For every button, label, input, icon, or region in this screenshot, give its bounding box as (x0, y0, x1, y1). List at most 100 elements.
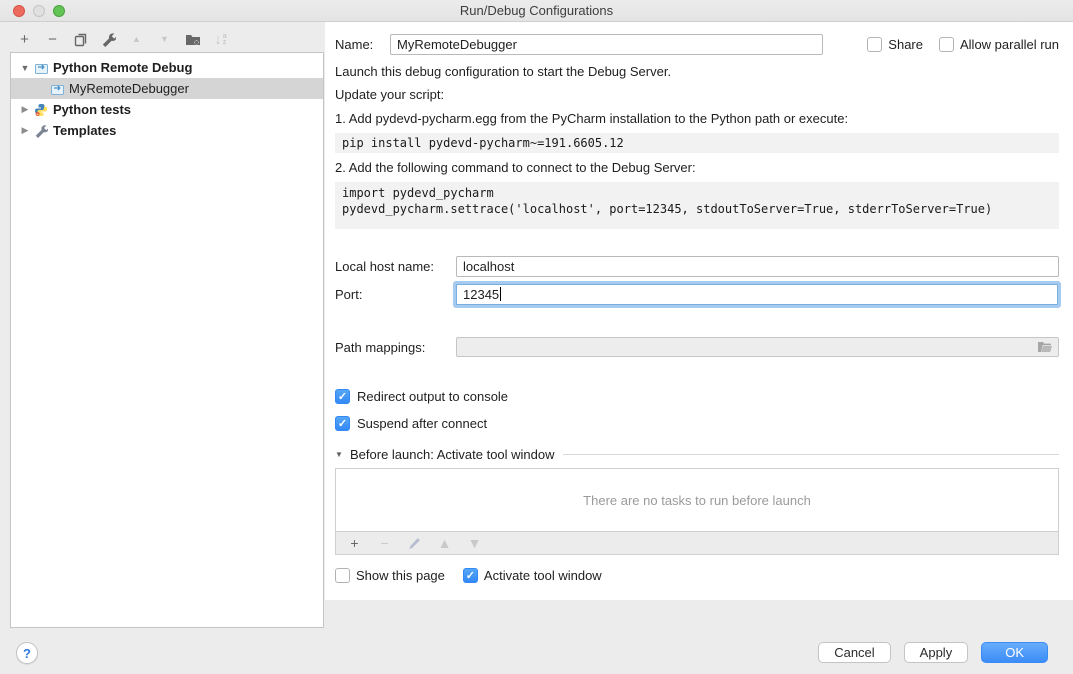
description-text: Launch this debug configuration to start… (335, 63, 1059, 81)
task-move-up-button[interactable]: ▲ (436, 535, 453, 552)
suspend-after-connect-checkbox[interactable]: ✓ (335, 416, 350, 431)
check-icon: ✓ (338, 417, 347, 430)
sort-configurations-button[interactable]: ↓ az (212, 31, 229, 48)
show-this-page-checkbox[interactable] (335, 568, 350, 583)
dialog-body: + − ▲ ▼ ↓ az (0, 22, 1073, 674)
configuration-form: Name: Share Allow parallel run Launch th… (325, 22, 1073, 600)
before-launch-header[interactable]: ▼ Before launch: Activate tool window (335, 447, 1059, 462)
path-mappings-input[interactable] (456, 337, 1059, 357)
share-checkbox-group: Share (867, 37, 923, 52)
task-toolbar: + − ▲ ▼ (336, 531, 1058, 554)
tree-item-label: Python Remote Debug (53, 60, 192, 75)
expanded-arrow-icon[interactable]: ▼ (17, 63, 33, 73)
activate-tool-window-checkbox[interactable]: ✓ (463, 568, 478, 583)
step2-text: 2. Add the following command to connect … (335, 159, 1059, 177)
copy-configuration-button[interactable] (72, 31, 89, 48)
redirect-output-checkbox[interactable]: ✓ (335, 389, 350, 404)
help-icon: ? (23, 646, 31, 661)
host-label: Local host name: (335, 259, 456, 274)
pip-install-code: pip install pydevd-pycharm~=191.6605.12 (335, 133, 1059, 153)
wrench-icon (33, 123, 49, 139)
python-icon (33, 102, 49, 118)
redirect-output-row: ✓ Redirect output to console (335, 389, 1059, 404)
allow-parallel-run-label: Allow parallel run (960, 37, 1059, 52)
traffic-lights (13, 5, 65, 17)
move-down-button[interactable]: ▼ (156, 31, 173, 48)
activate-tool-window-group: ✓ Activate tool window (463, 568, 602, 583)
configurations-toolbar: + − ▲ ▼ ↓ az (16, 31, 229, 48)
local-host-name-input[interactable] (456, 256, 1059, 277)
tree-item-label: MyRemoteDebugger (69, 81, 189, 96)
ok-button[interactable]: OK (981, 642, 1048, 663)
task-move-down-button[interactable]: ▼ (466, 535, 483, 552)
apply-button[interactable]: Apply (904, 642, 969, 663)
allow-parallel-checkbox-group: Allow parallel run (939, 37, 1059, 52)
port-row: Port: 12345 (335, 283, 1059, 305)
name-input[interactable] (390, 34, 823, 55)
check-icon: ✓ (466, 569, 475, 582)
port-input[interactable]: 12345 (456, 284, 1058, 305)
tree-item-python-remote-debug[interactable]: ▼ Python Remote Debug (11, 57, 323, 78)
copy-icon (73, 32, 88, 47)
header-rule (563, 454, 1059, 455)
check-icon: ✓ (338, 390, 347, 403)
empty-task-list: There are no tasks to run before launch (336, 469, 1058, 531)
path-mappings-label: Path mappings: (335, 340, 456, 355)
allow-parallel-run-checkbox[interactable] (939, 37, 954, 52)
show-this-page-label: Show this page (356, 568, 445, 583)
activate-tool-window-label: Activate tool window (484, 568, 602, 583)
add-task-button[interactable]: + (346, 535, 363, 552)
path-mappings-row: Path mappings: (335, 337, 1059, 357)
share-label: Share (888, 37, 923, 52)
dialog-buttons: Cancel Apply OK (818, 642, 1048, 663)
minimize-button[interactable] (33, 5, 45, 17)
edit-templates-button[interactable] (100, 31, 117, 48)
tree-item-label: Python tests (53, 102, 131, 117)
edit-task-button[interactable] (406, 535, 423, 552)
text-caret (500, 287, 501, 301)
new-folder-button[interactable] (184, 31, 201, 48)
name-label: Name: (335, 37, 390, 52)
window-title: Run/Debug Configurations (460, 3, 613, 18)
close-button[interactable] (13, 5, 25, 17)
zoom-button[interactable] (53, 5, 65, 17)
sort-arrow-icon: ↓ (214, 32, 222, 47)
remote-debug-icon (33, 60, 49, 76)
add-configuration-button[interactable]: + (16, 31, 33, 48)
name-row: Name: Share Allow parallel run (335, 33, 1059, 55)
configurations-tree: ▼ Python Remote Debug MyRemoteDebugger ▶ (10, 52, 324, 628)
expanded-arrow-icon[interactable]: ▼ (335, 450, 350, 459)
before-launch-label: Before launch: Activate tool window (350, 447, 555, 462)
port-value: 12345 (463, 287, 499, 302)
folder-plus-icon (185, 32, 201, 47)
share-checkbox[interactable] (867, 37, 882, 52)
help-button[interactable]: ? (16, 642, 38, 664)
bottom-options-row: Show this page ✓ Activate tool window (335, 568, 1059, 583)
remove-configuration-button[interactable]: − (44, 31, 61, 48)
tree-item-label: Templates (53, 123, 116, 138)
before-launch-task-panel: There are no tasks to run before launch … (335, 468, 1059, 555)
host-row: Local host name: (335, 255, 1059, 277)
redirect-output-label: Redirect output to console (357, 389, 508, 404)
pencil-icon (408, 537, 421, 550)
update-script-text: Update your script: (335, 86, 1059, 104)
no-tasks-text: There are no tasks to run before launch (583, 493, 811, 508)
port-label: Port: (335, 287, 456, 302)
step1-text: 1. Add pydevd-pycharm.egg from the PyCha… (335, 110, 1059, 128)
cancel-button[interactable]: Cancel (818, 642, 890, 663)
collapsed-arrow-icon[interactable]: ▶ (17, 104, 33, 115)
show-this-page-group: Show this page (335, 568, 445, 583)
tree-item-myremotedebugger[interactable]: MyRemoteDebugger (11, 78, 323, 99)
tree-item-templates[interactable]: ▶ Templates (11, 120, 323, 141)
remote-debug-icon (49, 81, 65, 97)
move-up-button[interactable]: ▲ (128, 31, 145, 48)
wrench-icon (101, 32, 116, 47)
browse-folder-icon[interactable] (1037, 340, 1053, 357)
sort-az-icon: az (223, 34, 227, 46)
remove-task-button[interactable]: − (376, 535, 393, 552)
tree-item-python-tests[interactable]: ▶ Python tests (11, 99, 323, 120)
title-bar: Run/Debug Configurations (0, 0, 1073, 22)
suspend-after-connect-label: Suspend after connect (357, 416, 487, 431)
suspend-after-connect-row: ✓ Suspend after connect (335, 416, 1059, 431)
collapsed-arrow-icon[interactable]: ▶ (17, 125, 33, 136)
